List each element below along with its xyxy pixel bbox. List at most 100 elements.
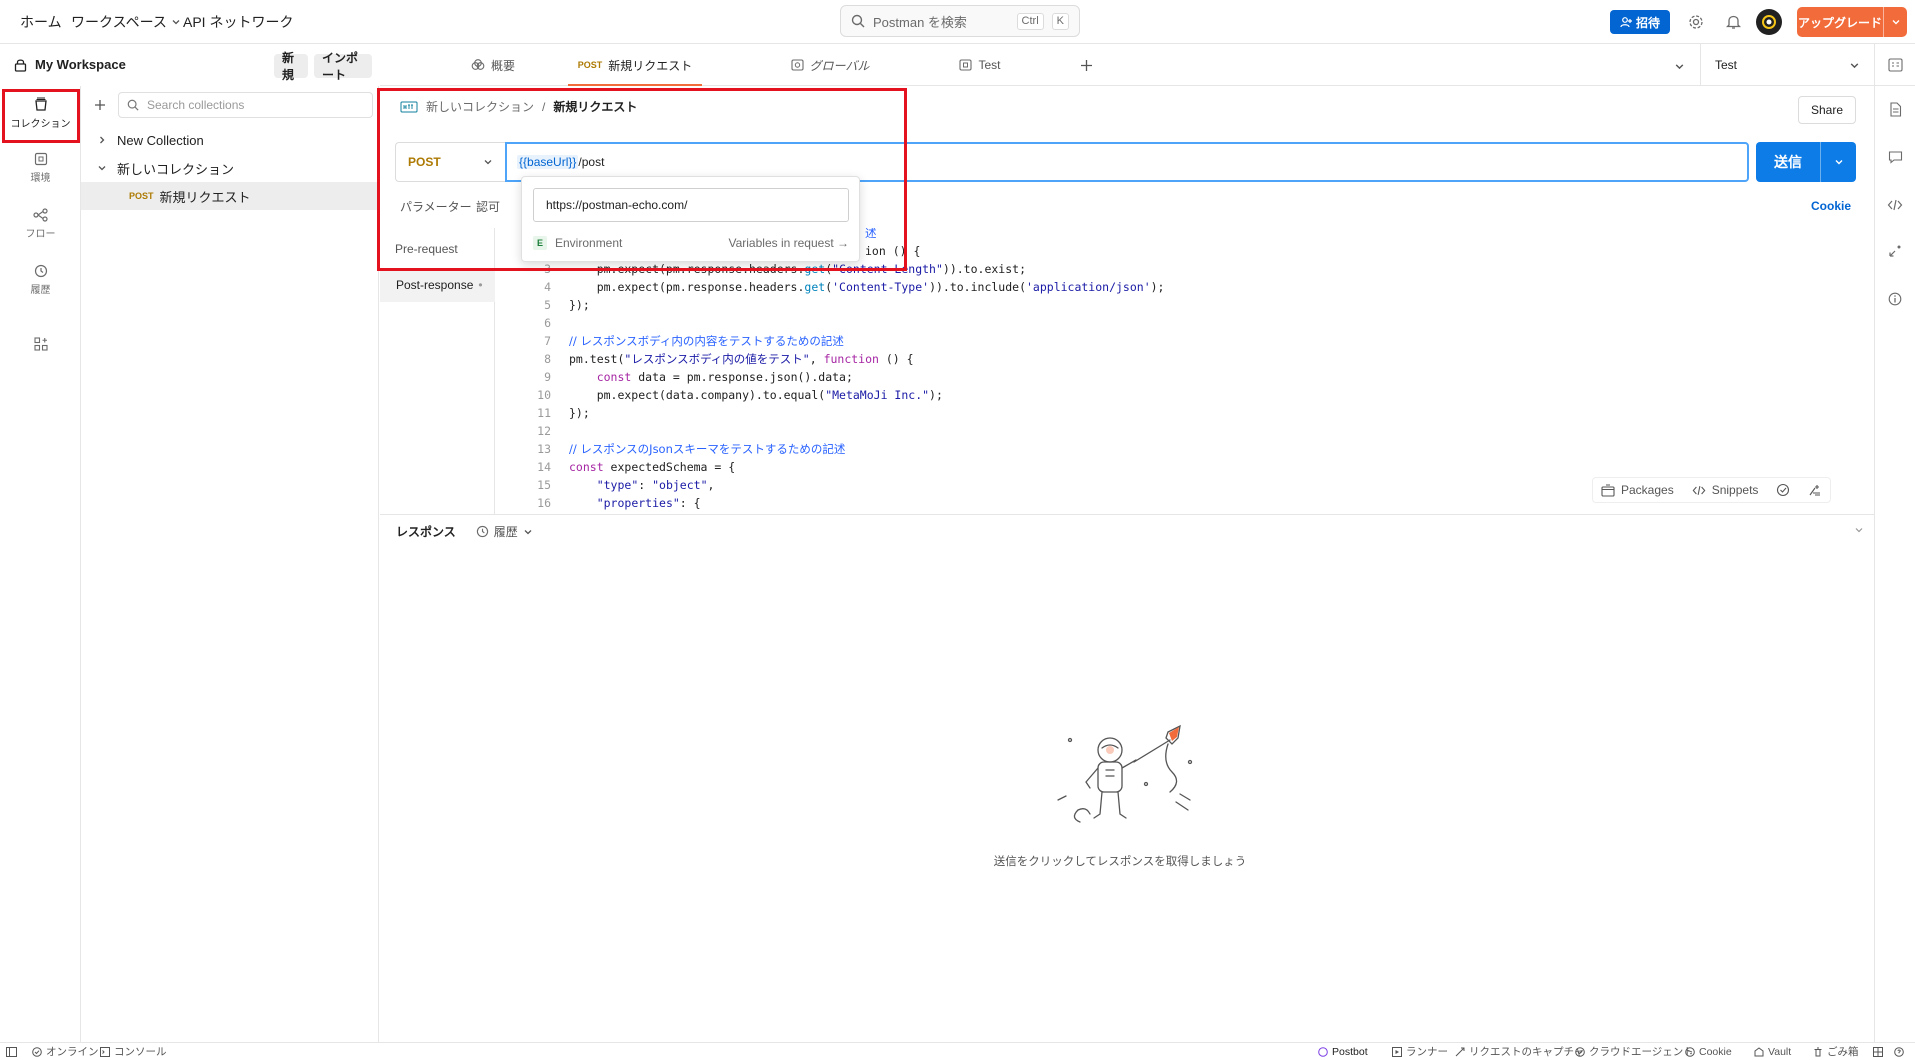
- environment-selector[interactable]: Test: [1700, 44, 1874, 86]
- send-button[interactable]: 送信: [1756, 142, 1856, 182]
- tab-overview[interactable]: 概要: [438, 44, 548, 86]
- line-number: 12: [537, 424, 551, 438]
- rail-item-environments[interactable]: 環境: [0, 152, 81, 184]
- line-number: 7: [544, 334, 551, 348]
- format-button[interactable]: [1808, 483, 1822, 497]
- history-dropdown[interactable]: 履歴: [476, 523, 533, 540]
- environment-quicklook-button[interactable]: [1886, 56, 1904, 74]
- code-text: pm.expect(data.company).to.equal("MetaMo…: [569, 388, 943, 402]
- search-icon: [127, 99, 139, 111]
- trash-button[interactable]: ごみ箱: [1813, 1043, 1859, 1060]
- help-icon: [1894, 1046, 1904, 1057]
- workspaces-label: ワークスペース: [71, 14, 167, 30]
- tab-globals[interactable]: グローバル: [770, 44, 890, 86]
- documentation-button[interactable]: [1886, 100, 1904, 118]
- vault-button[interactable]: Vault: [1754, 1043, 1791, 1060]
- method-badge: POST: [129, 191, 154, 201]
- code-button[interactable]: [1886, 196, 1904, 214]
- chevron-down-icon: [1835, 160, 1842, 165]
- toggle-sidebar-button[interactable]: [6, 1043, 17, 1060]
- rail-label-history: 履歴: [30, 285, 51, 296]
- tree-item-new-request[interactable]: POST 新規リクエスト: [81, 182, 379, 210]
- line-number: 8: [544, 352, 551, 366]
- script-post-response[interactable]: Post-response •: [380, 268, 495, 302]
- related-button[interactable]: [1886, 242, 1904, 260]
- package-icon: [1601, 484, 1615, 497]
- lock-icon: [14, 58, 27, 72]
- workspaces-menu[interactable]: ワークスペース: [71, 12, 181, 32]
- tab-test[interactable]: Test: [940, 44, 1020, 86]
- line-number: 4: [544, 280, 551, 294]
- avatar[interactable]: [1756, 9, 1782, 35]
- highlight-box-collections: [2, 89, 80, 143]
- line-number: 9: [544, 370, 551, 384]
- line-number: 11: [537, 406, 551, 420]
- cookie-footer-label: Cookie: [1699, 1045, 1732, 1058]
- chevron-down-icon: [98, 166, 106, 171]
- send-dropdown[interactable]: [1820, 142, 1856, 182]
- console-button[interactable]: コンソール: [100, 1043, 167, 1060]
- tree-item-japanese-collection[interactable]: 新しいコレクション: [81, 154, 379, 182]
- search-box[interactable]: Postman を検索 Ctrl K: [840, 5, 1080, 37]
- chevron-down-icon: [1675, 63, 1683, 69]
- info-button[interactable]: [1886, 290, 1904, 308]
- postbot-assist-button[interactable]: [1776, 483, 1790, 497]
- script-label: Post-response: [396, 278, 474, 292]
- cookie-footer-button[interactable]: Cookie: [1685, 1043, 1732, 1060]
- import-button[interactable]: インポート: [314, 51, 372, 82]
- home-link[interactable]: ホーム: [20, 12, 62, 32]
- comment-icon: [1888, 151, 1902, 164]
- tab-label: 概要: [490, 58, 515, 73]
- collections-search-placeholder: Search collections: [147, 98, 245, 112]
- new-button[interactable]: 新規: [274, 51, 308, 82]
- sidebar-toggle-icon: [6, 1046, 17, 1057]
- cloud-agent-button[interactable]: クラウドエージェント: [1575, 1043, 1694, 1060]
- help-button[interactable]: [1894, 1043, 1904, 1060]
- comments-button[interactable]: [1886, 148, 1904, 166]
- add-collection-button[interactable]: [91, 96, 109, 114]
- capture-icon: [1455, 1047, 1465, 1056]
- notifications-button[interactable]: [1722, 11, 1744, 33]
- new-tab-button[interactable]: [1078, 57, 1094, 73]
- runner-button[interactable]: ランナー: [1392, 1043, 1448, 1060]
- tree-item-new-collection[interactable]: New Collection: [81, 126, 379, 154]
- collapse-response-button[interactable]: [1854, 525, 1864, 535]
- upgrade-dropdown[interactable]: [1883, 7, 1907, 37]
- layout-button[interactable]: [1873, 1043, 1883, 1060]
- cookie-link[interactable]: Cookie: [1811, 199, 1851, 213]
- tab-label: グローバル: [809, 58, 870, 73]
- online-status[interactable]: オンライン: [32, 1043, 99, 1060]
- rail-item-add-apps[interactable]: [0, 336, 81, 352]
- rail-item-flows[interactable]: フロー: [0, 208, 81, 240]
- postbot-button[interactable]: Postbot: [1318, 1043, 1368, 1060]
- capture-button[interactable]: リクエストのキャプチャ: [1455, 1043, 1584, 1060]
- share-button[interactable]: Share: [1798, 96, 1856, 124]
- upgrade-button[interactable]: アップグレード: [1797, 7, 1907, 37]
- tree-label: 新しいコレクション: [117, 161, 235, 177]
- tab-new-request[interactable]: POST 新規リクエスト: [560, 44, 710, 86]
- overview-icon: [471, 59, 485, 70]
- rail-item-history[interactable]: 履歴: [0, 264, 81, 296]
- avatar-icon: [1762, 15, 1776, 29]
- chevron-down-icon: [172, 20, 180, 25]
- packages-button[interactable]: Packages: [1601, 483, 1674, 497]
- tabs-overflow-button[interactable]: [1672, 59, 1686, 73]
- runner-label: ランナー: [1406, 1046, 1448, 1058]
- home-label: ホーム: [20, 14, 62, 30]
- collections-search-input[interactable]: Search collections: [118, 92, 373, 118]
- settings-button[interactable]: [1685, 11, 1707, 33]
- status-bar: オンライン コンソール Postbot ランナー リクエストのキャプチャ クラウ…: [0, 1042, 1915, 1059]
- api-network-link[interactable]: API ネットワーク: [183, 12, 293, 32]
- collections-panel: Search collections New Collection 新しいコレク…: [81, 86, 379, 1042]
- capture-label: リクエストのキャプチャ: [1469, 1046, 1585, 1058]
- code-text: const expectedSchema = {: [569, 460, 736, 474]
- workspace-name-label: My Workspace: [35, 57, 126, 72]
- globals-icon: [790, 59, 804, 71]
- environments-icon: [34, 152, 47, 166]
- history-label: 履歴: [493, 525, 518, 539]
- invite-button[interactable]: 招待: [1610, 10, 1670, 34]
- rail-label-environments: 環境: [30, 173, 51, 184]
- workspace-name[interactable]: My Workspace: [14, 57, 126, 72]
- snippets-button[interactable]: Snippets: [1692, 483, 1758, 497]
- code-text: "properties": {: [596, 496, 701, 510]
